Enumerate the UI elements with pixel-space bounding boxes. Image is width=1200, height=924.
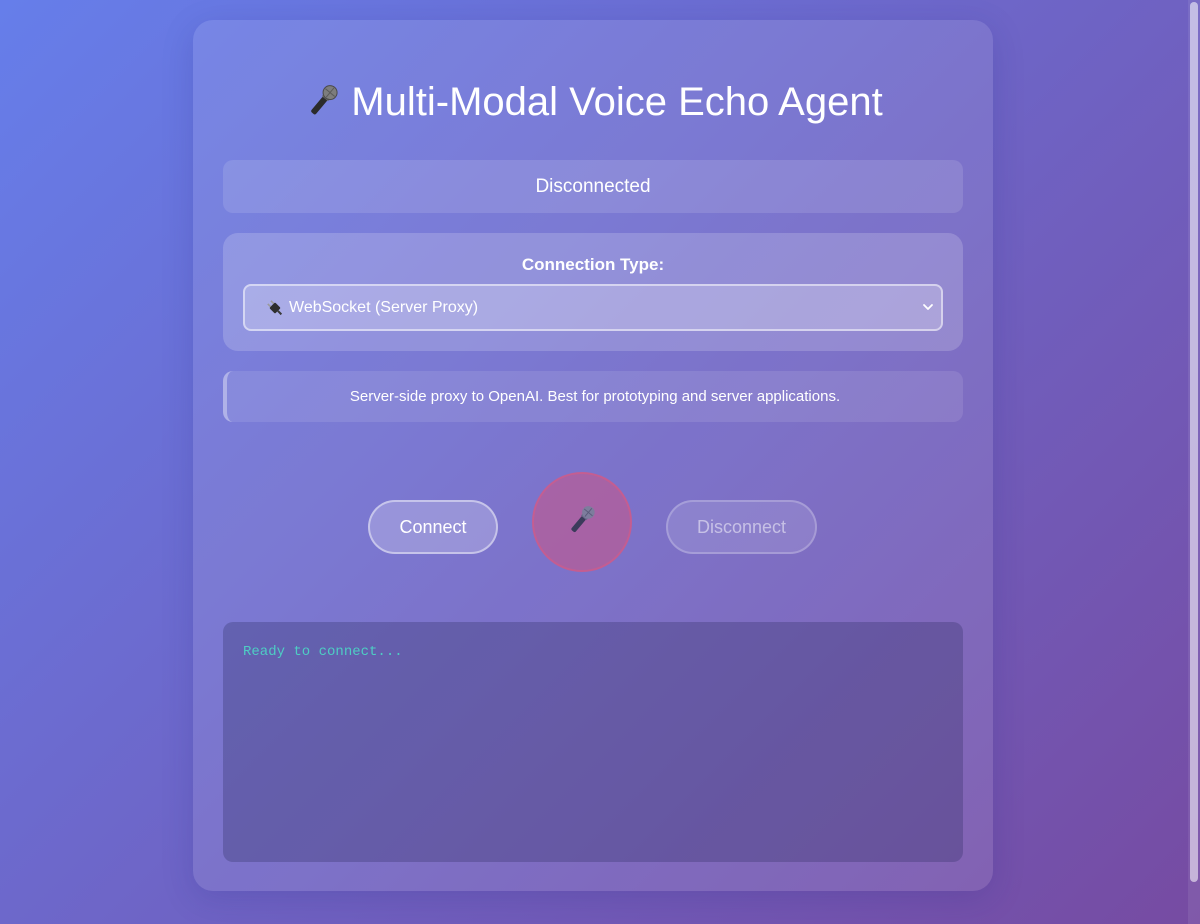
connect-button[interactable]: Connect (368, 500, 498, 554)
page-title-text: Multi-Modal Voice Echo Agent (351, 80, 883, 124)
scrollbar-thumb[interactable] (1190, 2, 1198, 882)
microphone-icon (564, 502, 600, 543)
microphone-icon (303, 80, 343, 125)
connection-description: Server-side proxy to OpenAI. Best for pr… (223, 371, 963, 422)
connection-type-label: Connection Type: (521, 255, 665, 274)
mic-button[interactable] (532, 472, 632, 572)
chevron-down-icon (921, 300, 935, 314)
log-line: Ready to connect... (243, 644, 403, 660)
connection-type-select[interactable]: WebSocket (Server Proxy) (243, 284, 943, 331)
page-title: Multi-Modal Voice Echo Agent (193, 80, 993, 125)
connection-type-panel: Connection Type: WebSocket (Server Proxy… (223, 233, 963, 351)
selected-option: WebSocket (Server Proxy) (289, 298, 479, 316)
main-card: Multi-Modal Voice Echo Agent Disconnecte… (193, 20, 993, 891)
log-panel: Ready to connect... (223, 622, 963, 862)
plug-icon (265, 298, 285, 318)
status-text: Disconnected (535, 175, 651, 197)
page-scrollbar[interactable] (1188, 0, 1200, 924)
description-text: Server-side proxy to OpenAI. Best for pr… (349, 388, 841, 405)
connection-status: Disconnected (223, 160, 963, 213)
disconnect-button[interactable]: Disconnect (666, 500, 817, 554)
